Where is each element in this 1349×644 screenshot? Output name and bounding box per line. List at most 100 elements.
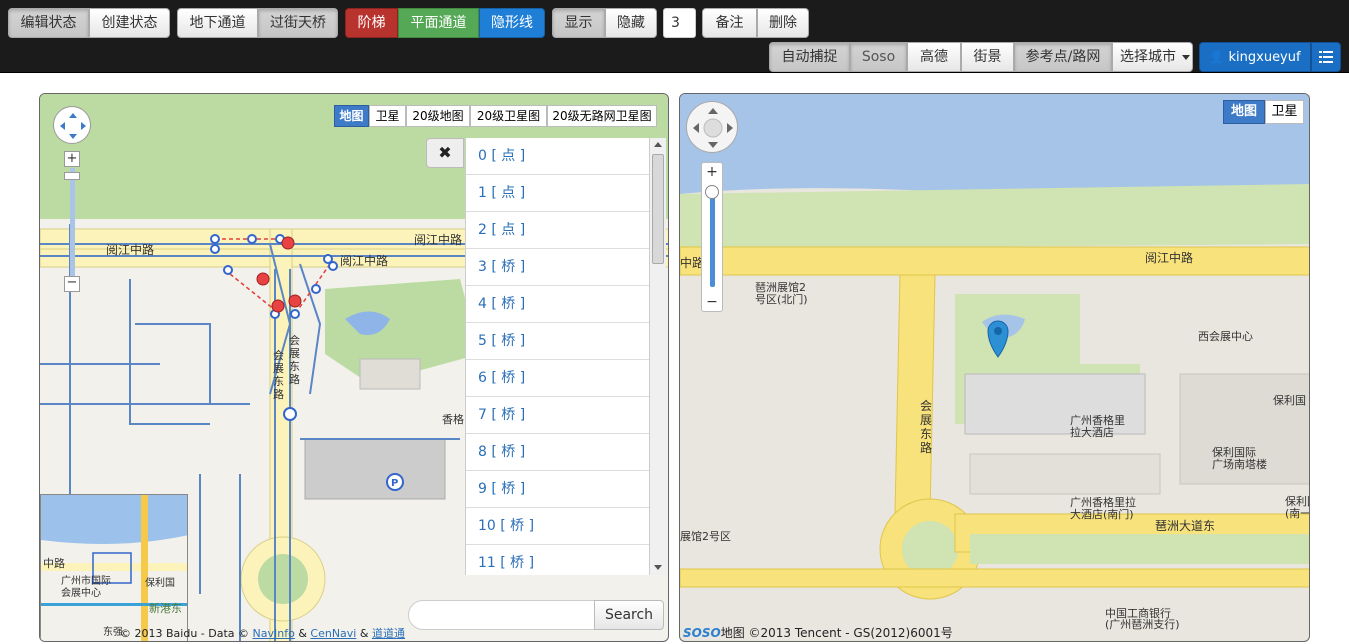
copyright-separator: & xyxy=(359,627,369,640)
zoom-slider-handle[interactable] xyxy=(64,172,80,180)
zoom-in-button[interactable]: + xyxy=(702,163,722,181)
gaode-button[interactable]: 高德 xyxy=(907,42,961,72)
overview-map[interactable]: 中路 广州市国际 会展中心 保利国 新港东 东强 xyxy=(40,494,188,641)
zoom-slider[interactable] xyxy=(70,168,75,276)
count-input[interactable]: 3 xyxy=(663,8,696,38)
poi-label: 号区(北门) xyxy=(755,293,808,306)
list-item[interactable]: 8 [ 桥 ] xyxy=(466,434,666,471)
menu-list-icon[interactable] xyxy=(1311,42,1341,72)
scrollbar-thumb[interactable] xyxy=(652,154,664,264)
cennavi-link[interactable]: CenNavi xyxy=(310,627,356,640)
pan-control[interactable] xyxy=(53,106,91,144)
pan-control[interactable] xyxy=(686,101,738,153)
soso-button[interactable]: Soso xyxy=(850,42,907,72)
select-city-dropdown[interactable]: 选择城市 xyxy=(1112,42,1193,72)
poi-label: 大酒店(南门) xyxy=(1070,508,1134,521)
pan-arrows-icon xyxy=(60,113,86,139)
overview-label: 会展中心 xyxy=(61,588,101,599)
overview-label: 新港东 xyxy=(149,602,182,615)
list-item[interactable]: 0 [ 点 ] xyxy=(466,138,666,175)
list-item[interactable]: 3 [ 桥 ] xyxy=(466,249,666,286)
copyright-text: © 2013 Baidu - Data © xyxy=(120,627,250,640)
map-type-map[interactable]: 地图 xyxy=(334,105,369,127)
poi-label: 保利国 xyxy=(1273,394,1306,407)
list-item[interactable]: 2 [ 点 ] xyxy=(466,212,666,249)
road-label: 阅江中路 xyxy=(414,233,463,247)
road-label: 会展东路 xyxy=(273,349,284,401)
zoom-in-button[interactable]: + xyxy=(64,151,80,167)
road-label: 阅江中路 xyxy=(1145,251,1194,265)
copyright-text: ©2013 Tencent - GS(2012)6001号 xyxy=(748,626,953,640)
navinfo-link[interactable]: NavInfo xyxy=(253,627,295,640)
svg-text:P: P xyxy=(391,478,398,489)
street-view-button[interactable]: 街景 xyxy=(961,42,1014,72)
select-city-label: 选择城市 xyxy=(1120,49,1176,65)
zoom-out-button[interactable]: − xyxy=(64,276,80,292)
map-type-20-map[interactable]: 20级地图 xyxy=(406,105,470,127)
road-label: 会展东路 xyxy=(289,334,300,386)
poi-label: 展馆2号区 xyxy=(680,530,731,543)
create-state-button[interactable]: 创建状态 xyxy=(89,8,170,38)
delete-button[interactable]: 删除 xyxy=(757,8,809,38)
reference-points-button[interactable]: 参考点/路网 xyxy=(1014,42,1112,72)
map-type-20-noroad-satellite[interactable]: 20级无路网卫星图 xyxy=(547,105,657,127)
user-button[interactable]: 👤 kingxueyuf xyxy=(1199,42,1311,72)
user-icon: 👤 xyxy=(1209,50,1225,64)
flat-passage-button[interactable]: 平面通道 xyxy=(398,8,479,38)
baidu-copyright: © 2013 Baidu - Data © NavInfo & CenNavi … xyxy=(120,625,405,641)
search-button[interactable]: Search xyxy=(594,600,664,630)
road-label: 会展东路 xyxy=(920,399,933,455)
caret-down-icon xyxy=(1182,54,1191,60)
map-type-map[interactable]: 地图 xyxy=(1223,100,1265,124)
show-button[interactable]: 显示 xyxy=(552,8,605,38)
list-item[interactable]: 9 [ 桥 ] xyxy=(466,471,666,508)
poi-label: 西会展中心 xyxy=(1198,330,1253,343)
username-label: kingxueyuf xyxy=(1228,50,1301,65)
top-toolbar: 编辑状态 创建状态 地下通道 过街天桥 阶梯 平面通道 隐形线 显示 隐藏 3 … xyxy=(0,0,1349,73)
overpass-button[interactable]: 过街天桥 xyxy=(258,8,338,38)
list-item[interactable]: 1 [ 点 ] xyxy=(466,175,666,212)
close-icon[interactable]: ✖ xyxy=(426,138,464,168)
copyright-separator: & xyxy=(298,627,307,640)
zoom-handle[interactable] xyxy=(705,185,719,199)
map-type-20-satellite[interactable]: 20级卫星图 xyxy=(470,105,547,127)
map-type-satellite[interactable]: 卫星 xyxy=(1265,100,1304,124)
zoom-bar[interactable]: + − xyxy=(701,162,723,312)
poi-label: (广州琶洲支行) xyxy=(1105,618,1180,631)
hidden-line-button[interactable]: 隐形线 xyxy=(479,8,545,38)
list-item[interactable]: 10 [ 桥 ] xyxy=(466,508,666,545)
list-scrollbar[interactable] xyxy=(649,138,666,575)
road-label: 阅江中路 xyxy=(340,254,389,268)
element-list: 0 [ 点 ] 1 [ 点 ] 2 [ 点 ] 3 [ 桥 ] 4 [ 桥 ] … xyxy=(465,138,666,575)
pan-arrows-icon xyxy=(693,108,733,148)
auto-capture-button[interactable]: 自动捕捉 xyxy=(769,42,850,72)
road-label: 阅江中路 xyxy=(106,243,155,257)
poi-label: (南一 xyxy=(1285,507,1310,520)
overview-label: 中路 xyxy=(43,557,65,570)
hide-button[interactable]: 隐藏 xyxy=(605,8,657,38)
poi-label: 拉大酒店 xyxy=(1070,426,1114,439)
zoom-out-button[interactable]: − xyxy=(702,295,722,309)
list-item[interactable]: 11 [ 桥 ] xyxy=(466,545,666,575)
list-item[interactable]: 6 [ 桥 ] xyxy=(466,360,666,397)
note-button[interactable]: 备注 xyxy=(702,8,757,38)
soso-logo-suffix: 地图 xyxy=(720,626,745,640)
scroll-down-icon[interactable] xyxy=(654,565,662,570)
daodaotong-link[interactable]: 道道通 xyxy=(372,627,405,640)
zoom-track[interactable] xyxy=(710,187,715,287)
right-map[interactable]: 阅江中路 中路 琶洲展馆2 号区(北门) 西会展中心 保利国 会展东路 广州香格… xyxy=(679,93,1310,642)
list-item[interactable]: 7 [ 桥 ] xyxy=(466,397,666,434)
underground-passage-button[interactable]: 地下通道 xyxy=(177,8,258,38)
list-item[interactable]: 5 [ 桥 ] xyxy=(466,323,666,360)
map-search-input[interactable] xyxy=(408,600,595,630)
soso-logo: SOSO xyxy=(683,626,721,640)
poi-label: 香格 xyxy=(442,413,464,426)
list-item[interactable]: 4 [ 桥 ] xyxy=(466,286,666,323)
edit-state-button[interactable]: 编辑状态 xyxy=(8,8,89,38)
left-map[interactable]: P 阅江中路 阅江中路 阅江中路 会展东路 会展东路 香格 + − 地图 卫星 … xyxy=(39,93,669,642)
right-map-canvas xyxy=(680,94,1309,600)
scroll-up-icon[interactable] xyxy=(654,142,662,147)
soso-copyright: SOSO地图 ©2013 Tencent - GS(2012)6001号 xyxy=(683,624,953,641)
stairs-button[interactable]: 阶梯 xyxy=(345,8,398,38)
map-type-satellite[interactable]: 卫星 xyxy=(369,105,406,127)
